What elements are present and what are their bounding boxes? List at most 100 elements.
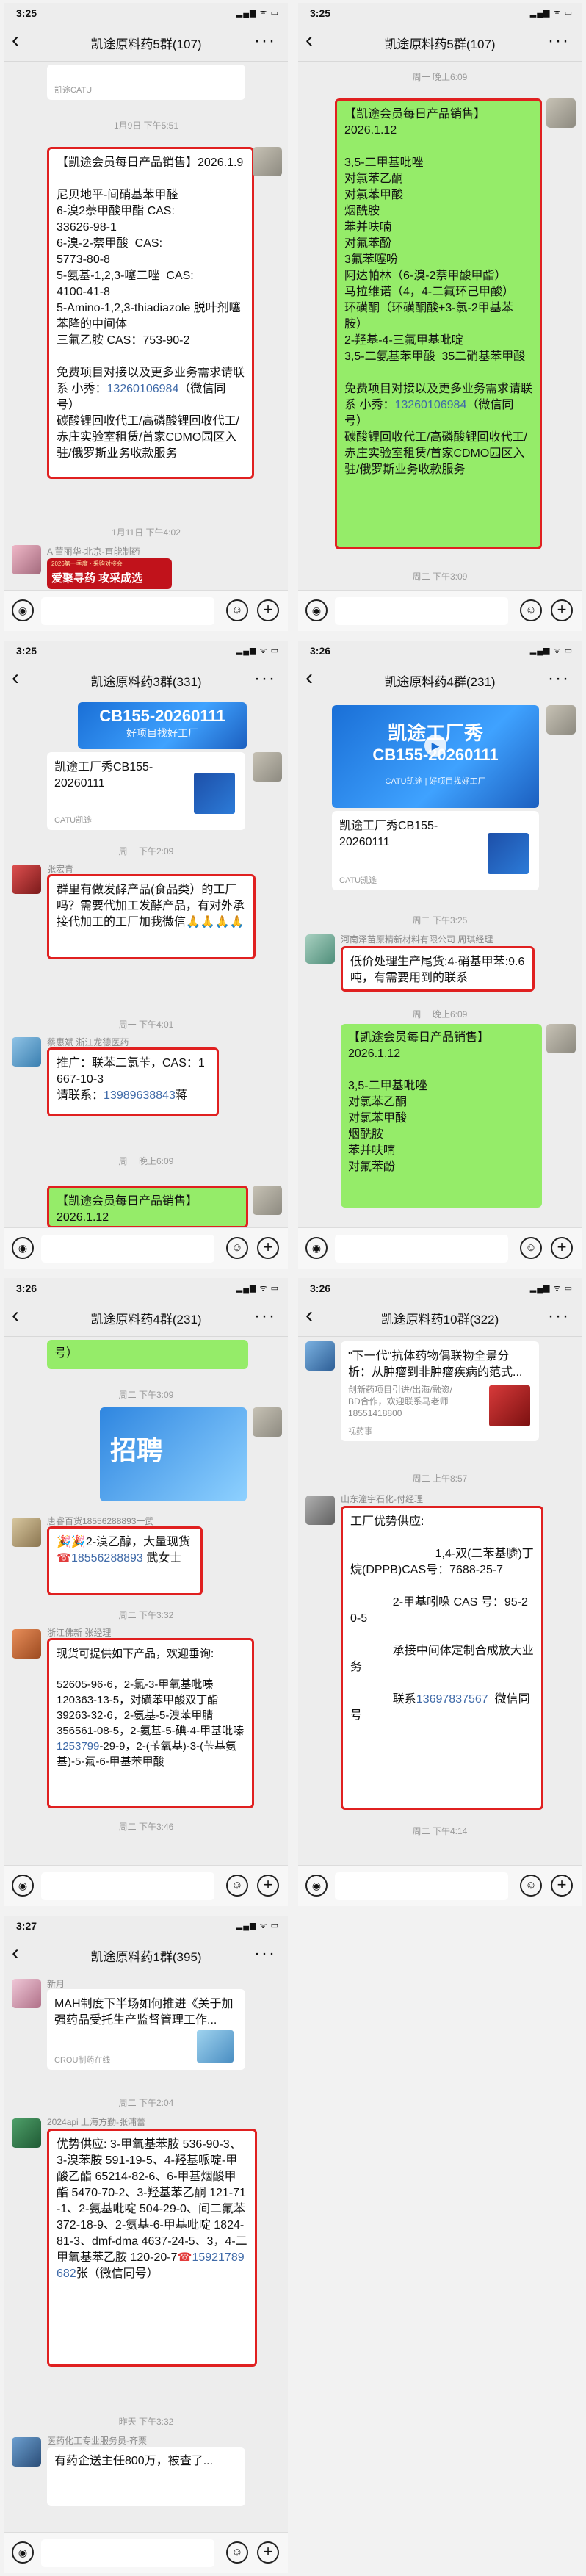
recruit-image[interactable]: 招聘 (100, 1407, 247, 1501)
avatar[interactable] (12, 2118, 41, 2148)
chat-title: 凯途原料药4群(231) (90, 1313, 202, 1327)
message-bubble[interactable]: 【凯途会员每日产品销售】 2026.1.12 3,5-二甲基吡唑 对氯苯乙酮 对… (335, 98, 542, 549)
message-bubble[interactable]: 工厂优势供应: 1,4-双(二苯基膦)丁烷(DPPB)CAS号：7688-25-… (341, 1506, 543, 1810)
chevron-left-icon[interactable]: ‹ (12, 1303, 19, 1328)
more-icon[interactable]: ··· (254, 31, 276, 51)
message-input[interactable] (41, 1872, 214, 1900)
voice-icon[interactable]: ◉ (305, 1237, 328, 1259)
avatar[interactable] (305, 934, 335, 964)
message-bubble[interactable]: 优势供应: 3-甲氧基苯胺 536-90-3、3-溴苯胺 591-19-5、4-… (47, 2129, 257, 2367)
chevron-left-icon[interactable]: ‹ (305, 1303, 313, 1328)
message-bubble[interactable]: 有药企送主任800万，被查了... (47, 2447, 245, 2506)
phone-link[interactable]: 13989638843 (104, 1089, 176, 1102)
chat-title: 凯途原料药1群(395) (90, 1950, 202, 1964)
message-bubble[interactable]: 【凯途会员每日产品销售】2026.1.9 尼贝地平-间硝基苯甲醛 6-溴2萘甲酸… (47, 147, 254, 479)
voice-icon[interactable]: ◉ (12, 1875, 34, 1897)
more-icon[interactable]: ··· (254, 668, 276, 689)
plus-icon[interactable]: + (257, 1875, 279, 1897)
ad-card[interactable]: 2026第一季度 · 采购对接会 爱聚寻药 攻采成选 (47, 558, 172, 589)
avatar[interactable] (546, 1024, 576, 1053)
plus-icon[interactable]: + (257, 2541, 279, 2564)
more-icon[interactable]: ··· (548, 668, 570, 689)
timestamp: 周二 下午3:09 (118, 1390, 174, 1400)
sender-name: 2024api 上海方勤-张浦蕾 (47, 2117, 146, 2127)
message-bubble[interactable]: 【凯途会员每日产品销售】 2026.1.12 (47, 1186, 248, 1228)
avatar[interactable] (12, 1979, 41, 2008)
plus-icon[interactable]: + (551, 1875, 573, 1897)
avatar[interactable] (305, 1496, 335, 1525)
avatar[interactable] (12, 2437, 41, 2467)
chevron-left-icon[interactable]: ‹ (12, 665, 19, 690)
chevron-left-icon[interactable]: ‹ (12, 1941, 19, 1966)
avatar[interactable] (12, 1518, 41, 1547)
message-bubble[interactable]: 低价处理生产尾货:4-硝基甲苯:9.6吨，有需要用到的联系 (341, 946, 535, 992)
message-input[interactable] (41, 2539, 214, 2567)
more-icon[interactable]: ··· (254, 1306, 276, 1327)
avatar[interactable] (546, 705, 576, 735)
timestamp: 周一 晚上6:09 (118, 1156, 174, 1166)
message-input[interactable] (335, 1872, 508, 1900)
shared-card[interactable]: MAH制度下半场如何推进《关于加强药品受托生产监督管理工作... CROU制药在… (47, 1989, 245, 2070)
emoji-icon[interactable]: ☺ (520, 1875, 542, 1897)
sender-name: 新月 (47, 1979, 65, 1989)
avatar[interactable] (253, 752, 282, 782)
message-bubble[interactable]: 群里有做发酵产品(食品类）的工厂吗？需要代加工发酵产品，有对外承接代加工的工厂加… (47, 874, 256, 959)
voice-icon[interactable]: ◉ (305, 599, 328, 621)
message-bubble[interactable]: 推广：联苯二氯苄，CAS：1667-10-3 请联系：13989638843蒋 (47, 1047, 219, 1116)
avatar[interactable] (12, 1037, 41, 1067)
message-input[interactable] (41, 597, 214, 625)
voice-icon[interactable]: ◉ (305, 1875, 328, 1897)
emoji-icon[interactable]: ☺ (226, 599, 248, 621)
phone-link[interactable]: 13697837567 (416, 1693, 488, 1706)
avatar[interactable] (12, 545, 41, 574)
voice-icon[interactable]: ◉ (12, 1237, 34, 1259)
voice-icon[interactable]: ◉ (12, 2541, 34, 2564)
plus-icon[interactable]: + (551, 1237, 573, 1259)
shared-card[interactable]: 凯途CATU (47, 65, 245, 100)
shared-card[interactable]: 凯途工厂秀CB155-20260111 CATU凯途 (47, 752, 245, 830)
message-input[interactable] (41, 1235, 214, 1263)
chevron-left-icon[interactable]: ‹ (305, 28, 313, 53)
avatar[interactable] (253, 1407, 282, 1437)
shared-card[interactable]: 凯途工厂秀CB155-20260111 CATU凯途 (332, 811, 539, 890)
chat-title: 凯途原料药10群(322) (380, 1313, 499, 1327)
shared-card[interactable]: "下一代"抗体药物偶联物全景分析：从肿瘤到非肿瘤疾病的范式... 创新药项目引进… (341, 1341, 539, 1441)
message-bubble[interactable]: 🎉🎉2-溴乙醇，大量现货 ☎18556288893 武女士 (47, 1526, 203, 1595)
plus-icon[interactable]: + (257, 599, 279, 621)
more-icon[interactable]: ··· (548, 31, 570, 51)
banner-slogan: CATU凯途 | 好项目找好工厂 (385, 777, 486, 786)
avatar[interactable] (305, 1341, 335, 1371)
avatar[interactable] (253, 147, 282, 176)
emoji-icon[interactable]: ☺ (226, 1237, 248, 1259)
message-bubble[interactable]: 现货可提供如下产品，欢迎垂询: 52605-96-6，2-氯-3-甲氧基吡嗪 1… (47, 1638, 254, 1808)
chevron-left-icon[interactable]: ‹ (12, 28, 19, 53)
plus-icon[interactable]: + (257, 1237, 279, 1259)
phone-link[interactable]: 18556288893 (71, 1552, 143, 1565)
phone-link[interactable]: 1253799 (57, 1740, 99, 1753)
phone-link[interactable]: 13260106984 (106, 383, 178, 395)
message-input[interactable] (335, 1235, 508, 1263)
chevron-left-icon[interactable]: ‹ (305, 665, 313, 690)
card-thumbnail (489, 1385, 530, 1426)
avatar[interactable] (546, 98, 576, 128)
plus-icon[interactable]: + (551, 599, 573, 621)
more-icon[interactable]: ··· (548, 1306, 570, 1327)
banner-slogan: 好项目找好工厂 (126, 727, 198, 739)
more-icon[interactable]: ··· (254, 1944, 276, 1964)
video-banner[interactable]: 凯途工厂秀 CB155-20260111 CATU凯途 | 好项目找好工厂 ▶ (332, 705, 539, 808)
avatar[interactable] (12, 1629, 41, 1659)
video-banner[interactable]: CB155-20260111 好项目找好工厂 (78, 702, 247, 749)
emoji-icon[interactable]: ☺ (226, 1875, 248, 1897)
voice-icon[interactable]: ◉ (12, 599, 34, 621)
phone-link[interactable]: 13260106984 (394, 399, 466, 411)
emoji-icon[interactable]: ☺ (520, 599, 542, 621)
avatar[interactable] (12, 865, 41, 894)
message-input[interactable] (335, 597, 508, 625)
phone-icon: ☎ (57, 1552, 71, 1565)
avatar[interactable] (253, 1186, 282, 1215)
message-bubble[interactable]: 【凯途会员每日产品销售】 2026.1.12 3,5-二甲基吡唑 对氯苯乙酮 对… (341, 1024, 542, 1208)
emoji-icon[interactable]: ☺ (520, 1237, 542, 1259)
message-bubble[interactable]: 号） (47, 1340, 248, 1369)
play-icon[interactable]: ▶ (424, 735, 446, 757)
emoji-icon[interactable]: ☺ (226, 2541, 248, 2564)
